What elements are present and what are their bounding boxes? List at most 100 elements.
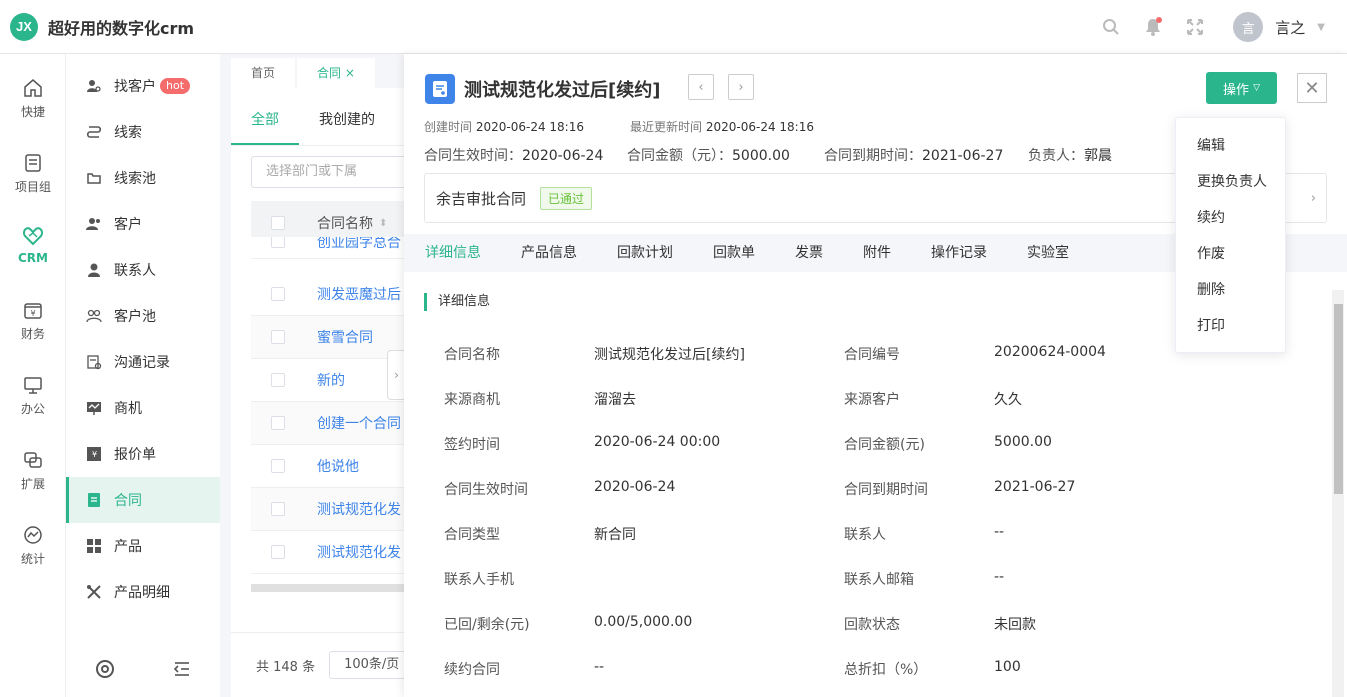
row-checkbox[interactable] [271, 545, 285, 559]
app-logo[interactable]: JX [10, 12, 38, 41]
table-row[interactable]: 测发恶魔过后 [251, 273, 411, 316]
submenu-item-communication[interactable]: 沟通记录 [66, 339, 220, 385]
rail-item-finance[interactable]: ¥ 财务 [0, 300, 66, 360]
tab-lab[interactable]: 实验室 [1007, 234, 1089, 272]
contract-name-link[interactable]: 创建一个合同 [317, 413, 401, 433]
user-name[interactable]: 言之 [1275, 17, 1305, 38]
submenu-item-contracts[interactable]: 合同 [66, 477, 220, 523]
fullscreen-icon[interactable] [1185, 17, 1205, 37]
page-tab-home[interactable]: 首页 [231, 58, 296, 88]
contract-name-link[interactable]: 他说他 [317, 456, 359, 476]
row-checkbox[interactable] [271, 416, 285, 430]
contract-icon [88, 493, 100, 507]
contact-icon [88, 263, 100, 277]
settings-icon[interactable] [95, 659, 115, 679]
contract-doc-icon [425, 74, 455, 104]
rail-item-crm[interactable]: CRM [0, 226, 66, 286]
submenu-item-customers[interactable]: 客户 [66, 201, 220, 247]
svg-text:¥: ¥ [30, 309, 35, 318]
menu-item-edit[interactable]: 编辑 [1176, 128, 1287, 164]
scrollbar-thumb[interactable] [1334, 304, 1343, 494]
sort-icon[interactable]: ⬍ [379, 218, 387, 229]
tab-invoices[interactable]: 发票 [775, 234, 843, 272]
submenu-item-contacts[interactable]: 联系人 [66, 247, 220, 293]
row-checkbox[interactable] [271, 502, 285, 516]
submenu-item-quotes[interactable]: ¥ 报价单 [66, 431, 220, 477]
collapse-menu-icon[interactable] [172, 659, 192, 679]
menu-item-delete[interactable]: 删除 [1176, 272, 1287, 308]
submenu-item-opportunities[interactable]: 商机 [66, 385, 220, 431]
submenu-item-find-customer[interactable]: 找客户 hot [66, 63, 220, 109]
avatar[interactable]: 言 [1233, 12, 1264, 42]
menu-item-print[interactable]: 打印 [1176, 308, 1287, 344]
table-row[interactable]: 他说他 [251, 445, 411, 488]
department-select[interactable]: 选择部门或下属 [251, 156, 421, 188]
monitor-icon [24, 377, 42, 394]
page-size-select[interactable]: 100条/页 [329, 651, 410, 679]
row-checkbox[interactable] [271, 373, 285, 387]
meta-value: 2020-06-24 [522, 148, 604, 164]
horizontal-scrollbar[interactable] [251, 584, 411, 592]
svg-text:¥: ¥ [92, 450, 97, 459]
contract-name-link[interactable]: 创业园字总合 [317, 237, 401, 252]
column-header-contract-name[interactable]: 合同名称 [317, 213, 373, 233]
tab-attachments[interactable]: 附件 [843, 234, 911, 272]
menu-item-void[interactable]: 作废 [1176, 236, 1287, 272]
chevron-down-icon[interactable]: ▼ [1317, 22, 1325, 33]
chevron-right-icon: › [738, 79, 744, 95]
page-tab-label: 合同 [317, 66, 342, 80]
menu-item-renew[interactable]: 续约 [1176, 200, 1287, 236]
meta-label: 创建时间 [424, 120, 473, 134]
close-drawer-button[interactable]: ✕ [1297, 73, 1327, 103]
submenu-item-product-details[interactable]: 产品明细 [66, 569, 220, 615]
tab-created-by-me[interactable]: 我创建的 [299, 98, 395, 145]
next-record-button[interactable]: › [728, 74, 754, 100]
contract-name-link[interactable]: 测试规范化发 [317, 499, 401, 519]
contract-name-link[interactable]: 蜜雪合同 [317, 327, 373, 347]
field-label: 来源商机 [444, 392, 500, 408]
rail-item-office[interactable]: 办公 [0, 375, 66, 435]
field-label: 合同类型 [444, 527, 500, 543]
tab-operation-log[interactable]: 操作记录 [911, 234, 1007, 272]
customer-pool-icon [86, 309, 102, 323]
tab-payment-plan[interactable]: 回款计划 [597, 234, 693, 272]
row-checkbox[interactable] [271, 287, 285, 301]
rail-item-stats[interactable]: 统计 [0, 525, 66, 585]
prev-record-button[interactable]: ‹ [688, 74, 714, 100]
tab-products[interactable]: 产品信息 [501, 234, 597, 272]
tab-details[interactable]: 详细信息 [404, 234, 501, 272]
table-row[interactable]: 创业园字总合 [251, 237, 411, 259]
opportunity-icon [87, 402, 101, 415]
contract-amount: 合同金额（元）：5000.00 [627, 145, 790, 165]
contract-name-link[interactable]: 新的 [317, 370, 345, 390]
submenu-item-leads[interactable]: 线索 [66, 109, 220, 155]
tab-payments[interactable]: 回款单 [693, 234, 775, 272]
heart-handshake-icon [23, 227, 43, 246]
menu-item-change-owner[interactable]: 更换负责人 [1176, 164, 1287, 200]
rail-item-project[interactable]: 项目组 [0, 153, 66, 213]
search-icon[interactable] [1101, 17, 1121, 37]
submenu-item-products[interactable]: 产品 [66, 523, 220, 569]
chevron-right-icon[interactable]: › [1311, 191, 1316, 206]
drawer-collapse-button[interactable]: › [387, 350, 405, 400]
rail-item-extension[interactable]: 扩展 [0, 450, 66, 510]
table-row[interactable]: 测试规范化发 [251, 531, 411, 574]
table-row[interactable]: 测试规范化发 [251, 488, 411, 531]
table-row[interactable]: 创建一个合同 [251, 402, 411, 445]
submenu-item-lead-pool[interactable]: 线索池 [66, 155, 220, 201]
rail-item-quick[interactable]: 快捷 [0, 78, 66, 138]
action-menu-button[interactable]: 操作 ▽ [1206, 72, 1277, 104]
contract-name-link[interactable]: 测发恶魔过后 [317, 284, 401, 304]
page-tab-contracts[interactable]: 合同 × [297, 58, 375, 88]
row-checkbox[interactable] [271, 459, 285, 473]
field-value: 2020-06-24 [594, 479, 676, 495]
bell-icon[interactable] [1143, 17, 1163, 37]
tab-all[interactable]: 全部 [231, 98, 299, 145]
pagination: 共 148 条 100条/页 [231, 632, 411, 697]
select-all-checkbox[interactable] [271, 216, 285, 230]
row-checkbox[interactable] [271, 237, 285, 248]
contract-name-link[interactable]: 测试规范化发 [317, 542, 401, 562]
close-tab-icon[interactable]: × [345, 66, 355, 80]
row-checkbox[interactable] [271, 330, 285, 344]
submenu-item-customer-pool[interactable]: 客户池 [66, 293, 220, 339]
